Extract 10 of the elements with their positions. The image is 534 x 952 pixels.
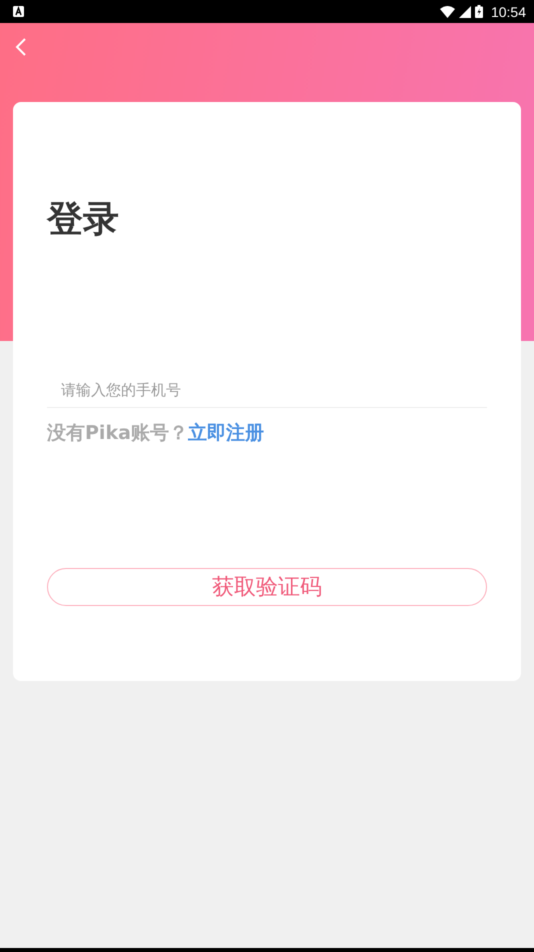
register-prompt: 没有Pika账号？ <box>47 422 188 444</box>
battery-icon <box>474 5 483 18</box>
signal-icon <box>458 6 471 18</box>
login-title: 登录 <box>47 198 120 242</box>
get-code-button[interactable]: 获取验证码 <box>47 568 487 606</box>
register-link[interactable]: 立即注册 <box>188 422 264 444</box>
wifi-icon <box>440 6 455 18</box>
notification-icon <box>13 6 24 17</box>
back-icon[interactable] <box>15 37 27 57</box>
status-time: 10:54 <box>490 4 526 20</box>
